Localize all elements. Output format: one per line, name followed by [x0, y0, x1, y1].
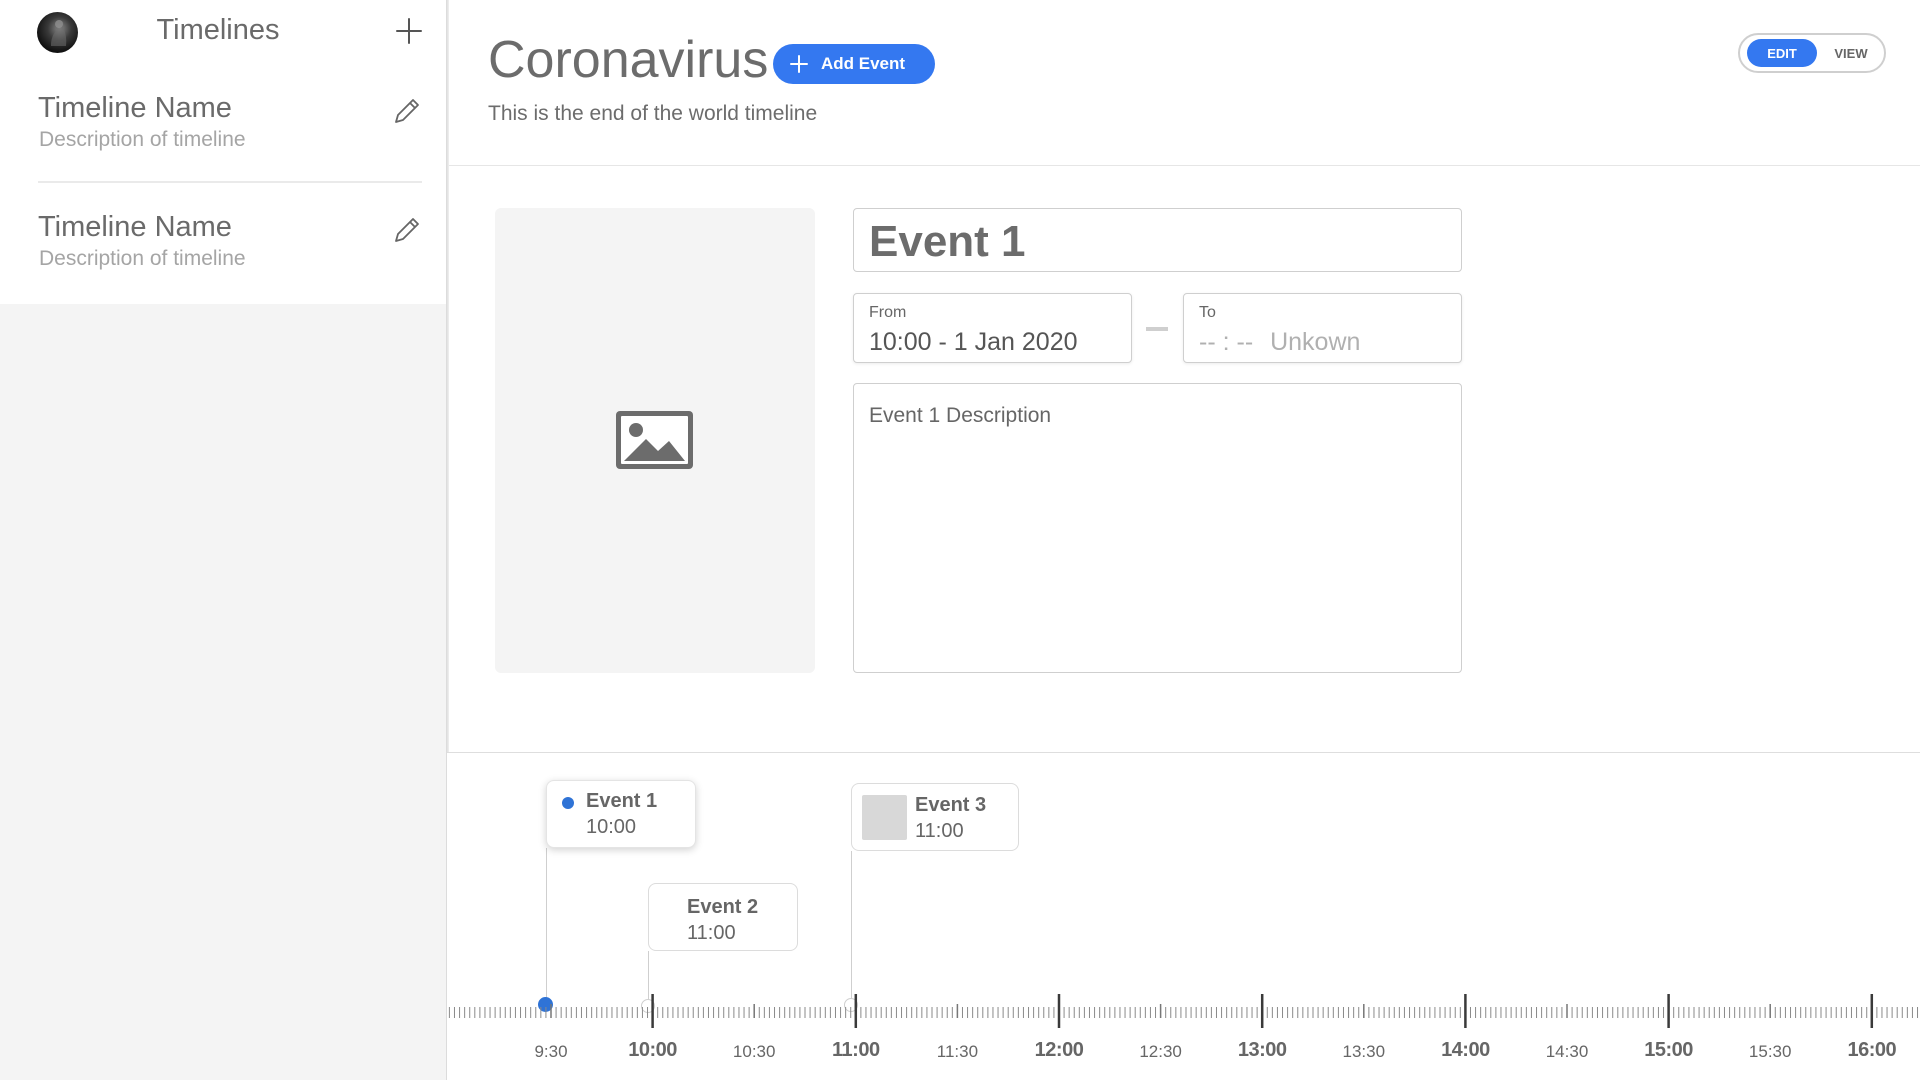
event-description-field[interactable]: Event 1 Description	[853, 383, 1462, 673]
to-placeholder: -- : -- Unkown	[1199, 328, 1360, 357]
sidebar-title: Timelines	[156, 14, 280, 46]
add-timeline-icon[interactable]	[392, 14, 426, 48]
timeline-event-card-3[interactable]: Event 3 11:00	[851, 783, 1019, 851]
event-card-title: Event 3	[915, 794, 987, 816]
event-card-title: Event 1	[586, 790, 658, 812]
event-title-field[interactable]: Event 1	[853, 208, 1462, 272]
event-connector	[851, 851, 852, 1006]
from-value: 10:00 - 1 Jan 2020	[869, 328, 1078, 356]
timeline-marker-event-2[interactable]	[641, 999, 655, 1013]
timeline-description: Description of timeline	[39, 247, 246, 270]
ruler-tick-label: 11:30	[936, 1042, 979, 1061]
event-connector	[546, 848, 547, 1005]
page-subtitle: This is the end of the world timeline	[488, 102, 818, 125]
pencil-icon[interactable]	[392, 96, 422, 126]
plus-icon	[789, 54, 809, 74]
from-date-field[interactable]: From 10:00 - 1 Jan 2020	[853, 293, 1132, 363]
timeline-marker-event-3[interactable]	[844, 998, 858, 1012]
timeline-name: Timeline Name	[38, 211, 232, 243]
sidebar-item-timeline-2[interactable]: Timeline Name Description of timeline	[38, 211, 426, 291]
ruler-tick-label: 15:00	[1644, 1039, 1693, 1061]
timeline-event-card-2[interactable]: Event 2 11:00	[648, 883, 798, 951]
sidebar-item-timeline-1[interactable]: Timeline Name Description of timeline	[38, 92, 426, 172]
event-card-title: Event 2	[687, 896, 759, 918]
timeline-event-card-1[interactable]: Event 1 10:00	[546, 780, 696, 848]
ruler-tick-label: 12:00	[1034, 1039, 1084, 1061]
to-label: To	[1199, 304, 1216, 321]
timeline-name: Timeline Name	[38, 92, 232, 124]
avatar[interactable]	[37, 12, 78, 53]
date-range-separator	[1146, 327, 1168, 331]
ruler-tick-label: 13:00	[1237, 1039, 1287, 1061]
add-event-button[interactable]: Add Event	[773, 44, 935, 84]
selected-dot	[562, 797, 574, 809]
image-icon	[616, 411, 693, 469]
mode-edit-button[interactable]: EDIT	[1747, 39, 1817, 67]
ruler-tick-label: 10:30	[732, 1042, 776, 1061]
event-title-value: Event 1	[869, 217, 1026, 266]
ruler-tick-label: 15:30	[1748, 1042, 1792, 1061]
sidebar-panel: Timelines Timeline Name Description of t…	[0, 0, 446, 304]
pencil-icon[interactable]	[392, 215, 422, 245]
from-label: From	[869, 304, 907, 321]
event-card-time: 11:00	[915, 820, 964, 842]
page-title: Coronavirus	[488, 31, 769, 89]
ruler-tick-label: 12:30	[1139, 1042, 1182, 1061]
ruler-tick-label: 16:00	[1847, 1039, 1897, 1061]
sidebar-divider	[38, 181, 422, 183]
event-card-time: 10:00	[586, 816, 637, 838]
add-event-label: Add Event	[821, 54, 906, 73]
mode-toggle[interactable]: EDIT VIEW	[1738, 33, 1886, 73]
timeline-marker-event-1[interactable]	[538, 997, 553, 1012]
ruler-tick-label: 10:00	[628, 1039, 677, 1061]
mode-view-button[interactable]: VIEW	[1824, 39, 1878, 67]
ruler-tick-label: 14:00	[1441, 1039, 1490, 1061]
event-image-dropzone[interactable]	[495, 208, 815, 673]
ruler-tick-label: 11:00	[832, 1039, 880, 1061]
sidebar: Timelines Timeline Name Description of t…	[0, 0, 446, 1080]
to-time-placeholder: -- : --	[1199, 328, 1254, 356]
event-description-value: Event 1 Description	[869, 404, 1052, 427]
event-thumbnail	[862, 795, 907, 840]
to-date-field[interactable]: To -- : -- Unkown	[1183, 293, 1462, 363]
timeline-description: Description of timeline	[39, 128, 246, 151]
to-text-placeholder: Unkown	[1270, 328, 1361, 356]
ruler-tick-label: 9:30	[534, 1042, 568, 1061]
event-card-time: 11:00	[687, 922, 736, 944]
ruler-tick-label: 13:30	[1342, 1042, 1386, 1061]
ruler-tick-label: 14:30	[1545, 1042, 1589, 1061]
header-divider	[449, 165, 1920, 166]
